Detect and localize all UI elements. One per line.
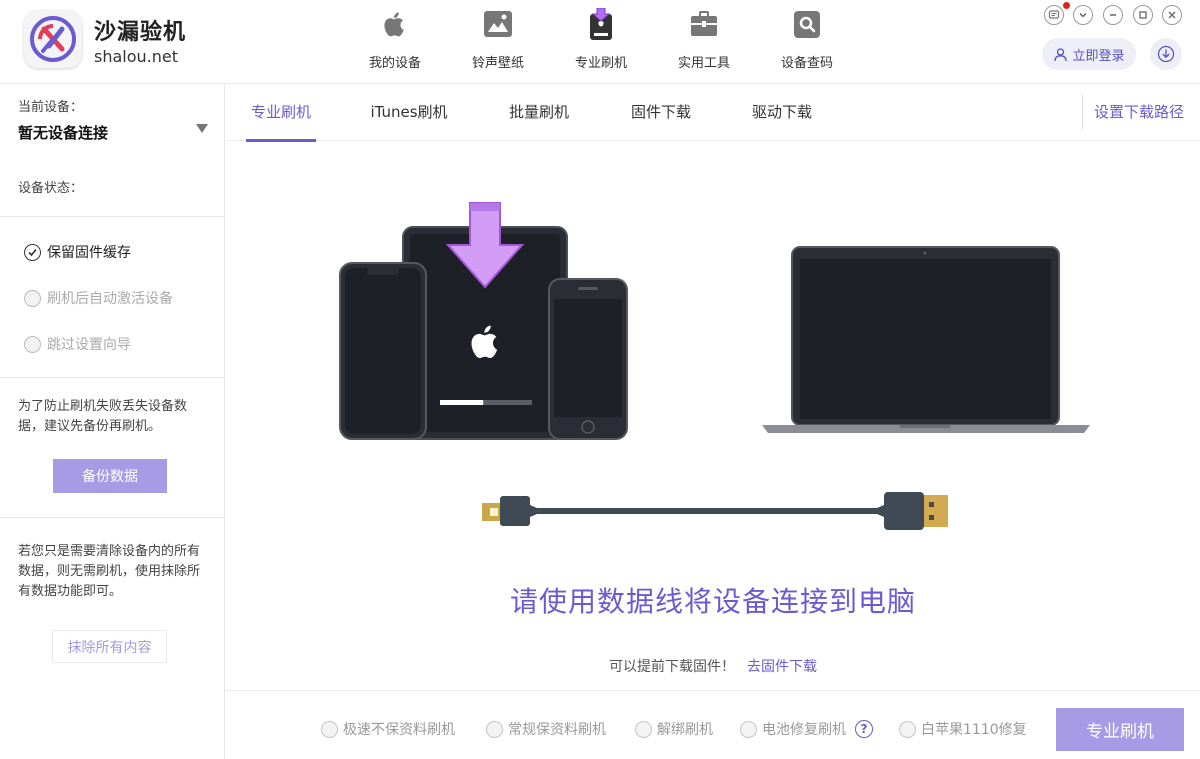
mode-label: 极速不保资料刷机 [343,722,455,738]
tab-label: 专业刷机 [250,103,311,121]
nav-utility-tools[interactable]: 实用工具 [659,0,749,84]
nav-device-lookup[interactable]: 设备查码 [762,0,852,84]
option-label: 刷机后自动激活设备 [47,291,173,307]
macbook-illustration [762,246,1090,433]
progress-bar-fill [440,400,484,405]
dropdown-arrow-icon[interactable] [196,124,208,133]
top-bar: 沙漏验机 shalou.net 我的设备 铃声壁纸 专业刷机 实用工具 设备查码… [0,0,1200,84]
app-logo [24,10,82,68]
option-auto-activate[interactable]: 刷机后自动激活设备 [24,288,173,308]
tab-pro-flash[interactable]: 专业刷机 [246,85,316,142]
notification-dot [1063,2,1070,9]
divider [1082,94,1083,130]
user-icon [1054,47,1068,61]
set-download-path-link[interactable]: 设置下载路径 [1094,85,1184,141]
divider [0,216,224,217]
help-icon[interactable]: ? [855,720,873,738]
mode-label: 电池修复刷机 [762,722,846,738]
radio-icon[interactable] [635,720,652,738]
login-button[interactable]: 立即登录 [1042,38,1136,70]
start-flash-button[interactable]: 专业刷机 [1056,708,1184,751]
nav-ringtone-wallpaper[interactable]: 铃声壁纸 [453,0,543,84]
backup-note: 为了防止刷机失败丢失设备数据，建议先备份再刷机。 [18,399,188,434]
checkbox-checked-icon[interactable] [24,243,41,261]
option-keep-firmware-cache[interactable]: 保留固件缓存 [24,242,131,262]
erase-note: 若您只是需要清除设备内的所有数据，则无需刷机，使用抹除所有数据功能即可。 [18,544,201,599]
option-skip-setup[interactable]: 跳过设置向导 [24,334,131,354]
checkbox-icon[interactable] [24,335,41,353]
tab-label: iTunes刷机 [370,103,448,121]
mode-normal-keep-data[interactable]: 常规保资料刷机 [486,718,606,740]
mode-fast-no-keep-data[interactable]: 极速不保资料刷机 [321,718,455,740]
usb-cable-illustration [482,492,948,530]
tab-label: 批量刷机 [508,103,569,121]
checkbox-icon[interactable] [24,289,41,307]
device-status-label: 设备状态： [18,181,84,196]
mode-label: 白苹果1110修复 [921,722,1027,738]
mode-label: 解绑刷机 [657,722,713,738]
tab-batch-flash[interactable]: 批量刷机 [504,85,574,141]
tab-bar: 专业刷机 iTunes刷机 批量刷机 固件下载 驱动下载 设置下载路径 [226,85,1200,142]
radio-icon[interactable] [740,720,757,738]
tab-label: 驱动下载 [751,103,812,121]
nav-label: 实用工具 [677,56,730,71]
radio-icon[interactable] [899,720,916,738]
nav-label: 专业刷机 [574,56,627,71]
tab-itunes-flash[interactable]: iTunes刷机 [364,85,454,141]
toolbox-icon [691,11,717,36]
chevron-down-icon[interactable] [1073,5,1093,25]
nav-pro-flash[interactable]: 专业刷机 [556,0,646,84]
iphone-x-illustration [339,262,427,440]
mode-label: 常规保资料刷机 [508,722,606,738]
app-name: 沙漏验机 [94,20,187,45]
erase-all-button[interactable]: 抹除所有内容 [52,630,167,663]
download-icon [1157,45,1175,63]
divider [0,377,224,378]
nav-label: 铃声壁纸 [471,56,524,71]
radio-icon[interactable] [486,720,503,738]
mode-battery-repair[interactable]: 电池修复刷机 ? [740,718,873,740]
search-icon [794,11,820,38]
nav-label: 设备查码 [780,56,833,71]
connection-illustration [339,202,1090,530]
sidebar: 当前设备： 暂无设备连接 设备状态： 保留固件缓存 刷机后自动激活设备 跳过设置… [0,85,225,759]
tab-label: 固件下载 [630,103,691,121]
divider [226,690,1200,691]
minimize-icon[interactable] [1103,5,1123,25]
mode-white-apple-repair[interactable]: 白苹果1110修复 [899,718,1027,740]
connect-prompt: 请使用数据线将设备连接到电脑 [509,585,916,618]
option-label: 保留固件缓存 [47,245,131,261]
tab-firmware-download[interactable]: 固件下载 [626,85,696,141]
close-icon[interactable] [1162,5,1182,25]
divider [0,517,224,518]
radio-icon[interactable] [321,720,338,738]
flash-device-icon [590,8,612,40]
tab-driver-download[interactable]: 驱动下载 [747,85,817,141]
option-label: 跳过设置向导 [47,337,131,353]
tab-active-indicator [246,139,316,142]
image-icon [484,11,512,37]
app-domain: shalou.net [94,47,178,66]
mode-unbind-flash[interactable]: 解绑刷机 [635,718,713,740]
download-manager-button[interactable] [1150,38,1182,70]
nav-label: 我的设备 [368,56,421,71]
device-selector-value[interactable]: 暂无设备连接 [18,122,108,143]
apple-icon [384,12,404,37]
download-hint: 可以提前下载固件！ [609,659,735,675]
message-icon[interactable] [1044,5,1064,25]
maximize-icon[interactable] [1133,5,1153,25]
app-window: 沙漏验机 shalou.net 我的设备 铃声壁纸 专业刷机 实用工具 设备查码… [0,0,1200,759]
login-label: 立即登录 [1072,48,1125,64]
download-hint-row: 可以提前下载固件！ 去固件下载 [226,656,1200,676]
current-device-label: 当前设备： [18,100,84,115]
nav-my-device[interactable]: 我的设备 [350,0,440,84]
backup-data-button[interactable]: 备份数据 [53,459,167,493]
iphone-8-illustration [548,278,628,440]
firmware-download-link[interactable]: 去固件下载 [747,659,817,675]
